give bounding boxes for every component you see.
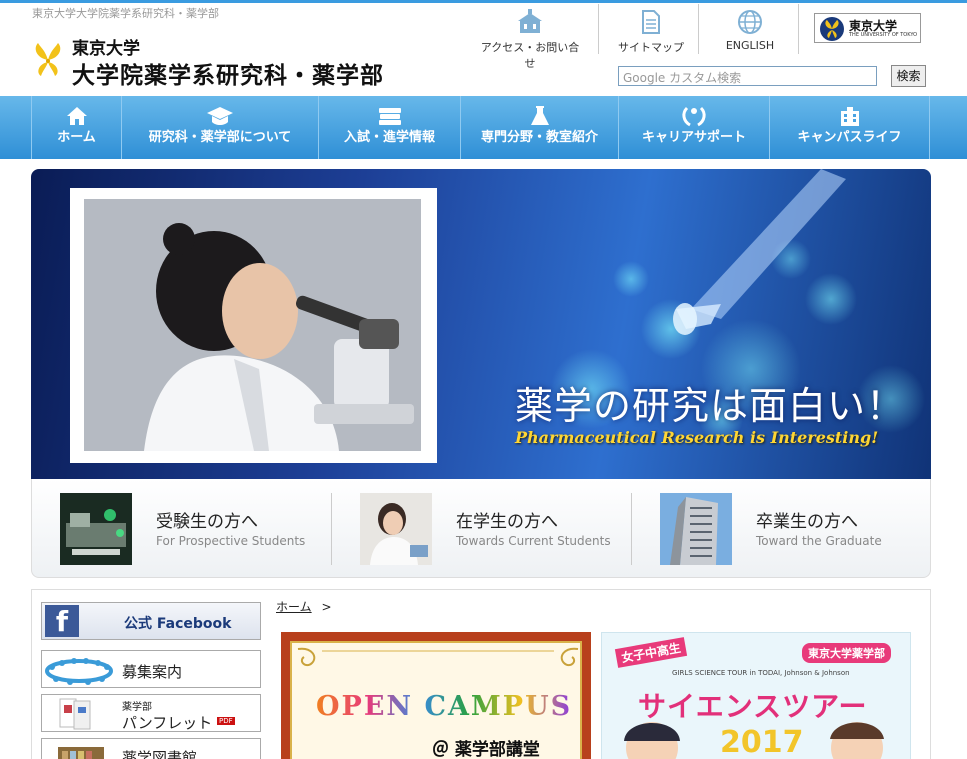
audience-current-jp: 在学生の方へ bbox=[456, 512, 558, 532]
researcher-photo bbox=[84, 199, 421, 451]
util-divider bbox=[598, 4, 599, 54]
audience-prospective-en: For Prospective Students bbox=[156, 534, 306, 548]
library-label: 薬学図書館 bbox=[122, 749, 198, 759]
building-icon bbox=[518, 9, 542, 33]
audience-graduate-en: Toward the Graduate bbox=[756, 534, 882, 548]
audience-graduate-jp: 卒業生の方へ bbox=[756, 512, 858, 532]
pamphlet-icon bbox=[59, 698, 91, 730]
nav-label-campus-life: キャンパスライフ bbox=[797, 130, 902, 145]
pdf-icon: PDF bbox=[217, 717, 235, 725]
site-logo[interactable]: 東京大学 大学院薬学系研究科・薬学部 bbox=[32, 34, 392, 89]
audience-prospective[interactable]: 受験生の方へ For Prospective Students bbox=[32, 479, 332, 578]
pamphlet-label: パンフレット bbox=[122, 714, 213, 732]
audience-graduate[interactable]: 卒業生の方へ Toward the Graduate bbox=[632, 479, 932, 578]
graduate-thumbnail bbox=[660, 493, 732, 565]
science-tour-year: 2017 bbox=[720, 725, 804, 759]
globe-icon bbox=[738, 10, 762, 34]
campus-building-icon bbox=[840, 107, 859, 126]
access-contact-link[interactable]: アクセス・お問い合せ bbox=[478, 5, 582, 70]
nav-label-about: 研究科・薬学部について bbox=[148, 130, 292, 145]
top-accent-bar bbox=[0, 0, 967, 3]
search-input[interactable]: Google カスタム検索 bbox=[618, 66, 877, 86]
nav-item-departments[interactable]: 専門分野・教室紹介 bbox=[461, 96, 619, 159]
wreath-icon bbox=[682, 106, 706, 127]
current-student-thumbnail bbox=[360, 493, 432, 565]
recruitment-button[interactable]: 募集案内 bbox=[41, 650, 261, 688]
nav-label-career: キャリアサポート bbox=[641, 130, 746, 145]
english-link[interactable]: ENGLISH bbox=[712, 5, 788, 55]
science-tour-title: サイエンスツアー bbox=[638, 690, 868, 723]
graduation-cap-icon bbox=[207, 107, 233, 125]
flask-icon bbox=[530, 106, 549, 125]
books-icon bbox=[378, 108, 401, 125]
library-button[interactable]: 薬学図書館 bbox=[41, 738, 261, 759]
facebook-icon: f bbox=[45, 605, 79, 638]
open-campus-title: OPEN CAMPUS bbox=[316, 691, 572, 722]
util-divider bbox=[698, 4, 699, 54]
nav-label-admissions: 入試・進学情報 bbox=[343, 130, 435, 145]
ginkgo-logo-icon bbox=[35, 43, 61, 76]
nav-item-home[interactable]: ホーム bbox=[31, 96, 122, 159]
facebook-button[interactable]: f 公式 Facebook bbox=[41, 602, 261, 640]
home-icon bbox=[66, 107, 87, 125]
nav-item-career[interactable]: キャリアサポート bbox=[619, 96, 770, 159]
nav-item-about[interactable]: 研究科・薬学部について bbox=[122, 96, 319, 159]
utokyo-badge-link[interactable]: 東京大学 THE UNIVERSITY OF TOKYO bbox=[814, 13, 921, 43]
recruitment-label: 募集案内 bbox=[122, 663, 183, 681]
nav-label-home: ホーム bbox=[57, 130, 96, 145]
nav-item-campus-life[interactable]: キャンパスライフ bbox=[770, 96, 930, 159]
library-icon bbox=[58, 747, 104, 759]
nav-item-admissions[interactable]: 入試・進学情報 bbox=[319, 96, 461, 159]
utokyo-emblem-icon bbox=[820, 17, 844, 41]
document-icon bbox=[642, 10, 660, 34]
science-tour-banner[interactable]: 女子中高生 東京大学薬学部 GIRLS SCIENCE TOUR in TODA… bbox=[601, 632, 911, 759]
sitemap-label: サイトマップ bbox=[618, 41, 684, 54]
people-circle-icon bbox=[45, 658, 113, 685]
audience-current-en: Towards Current Students bbox=[456, 534, 611, 548]
sitemap-link[interactable]: サイトマップ bbox=[612, 5, 690, 55]
nav-label-departments: 専門分野・教室紹介 bbox=[480, 130, 598, 145]
util-divider bbox=[798, 4, 799, 54]
search-button[interactable]: 検索 bbox=[891, 65, 926, 87]
breadcrumb-home-link[interactable]: ホーム bbox=[276, 600, 312, 614]
prospective-thumbnail bbox=[60, 493, 132, 565]
science-tour-tag: 東京大学薬学部 bbox=[802, 643, 891, 663]
lower-content: f 公式 Facebook 募集案内 薬学部 パンフレット PDF 薬学図書館 … bbox=[31, 589, 931, 759]
hero-photo-frame bbox=[70, 188, 437, 463]
main-nav: ホーム 研究科・薬学部について 入試・進学情報 専門分野・教室紹介 キャリアサポ… bbox=[0, 96, 967, 159]
breadcrumb-separator: > bbox=[321, 600, 332, 614]
hero-subtitle: Pharmaceutical Research is Interesting! bbox=[515, 428, 879, 447]
facebook-label: 公式 Facebook bbox=[124, 616, 232, 632]
utokyo-badge-sub: THE UNIVERSITY OF TOKYO bbox=[849, 32, 918, 38]
ornament-corner-icon bbox=[297, 647, 579, 667]
hero-title: 薬学の研究は面白い！ bbox=[515, 384, 906, 428]
site-tagline: 東京大学大学院薬学系研究科・薬学部 bbox=[32, 7, 219, 20]
open-campus-title-text: OPEN CAMPUS bbox=[316, 691, 573, 722]
audience-prospective-jp: 受験生の方へ bbox=[156, 512, 258, 532]
audience-links: 受験生の方へ For Prospective Students 在学生の方へ T… bbox=[31, 479, 931, 578]
logo-faculty-name: 大学院薬学系研究科・薬学部 bbox=[72, 62, 384, 89]
english-label: ENGLISH bbox=[725, 39, 775, 52]
breadcrumb: ホーム > bbox=[276, 598, 332, 615]
hero-banner: 薬学の研究は面白い！ Pharmaceutical Research is In… bbox=[31, 169, 931, 479]
pamphlet-sublabel: 薬学部 bbox=[122, 702, 152, 713]
open-campus-banner[interactable]: OPEN CAMPUS ＠ 薬学部講堂 bbox=[281, 632, 591, 759]
open-campus-paper: OPEN CAMPUS ＠ 薬学部講堂 bbox=[290, 641, 582, 759]
science-tour-english: GIRLS SCIENCE TOUR in TODAI, Johnson & J… bbox=[672, 669, 850, 677]
open-campus-subtitle: ＠ 薬学部講堂 bbox=[432, 740, 540, 759]
pamphlet-button[interactable]: 薬学部 パンフレット PDF bbox=[41, 694, 261, 732]
audience-current[interactable]: 在学生の方へ Towards Current Students bbox=[332, 479, 632, 578]
access-contact-label: アクセス・お問い合せ bbox=[480, 41, 580, 70]
